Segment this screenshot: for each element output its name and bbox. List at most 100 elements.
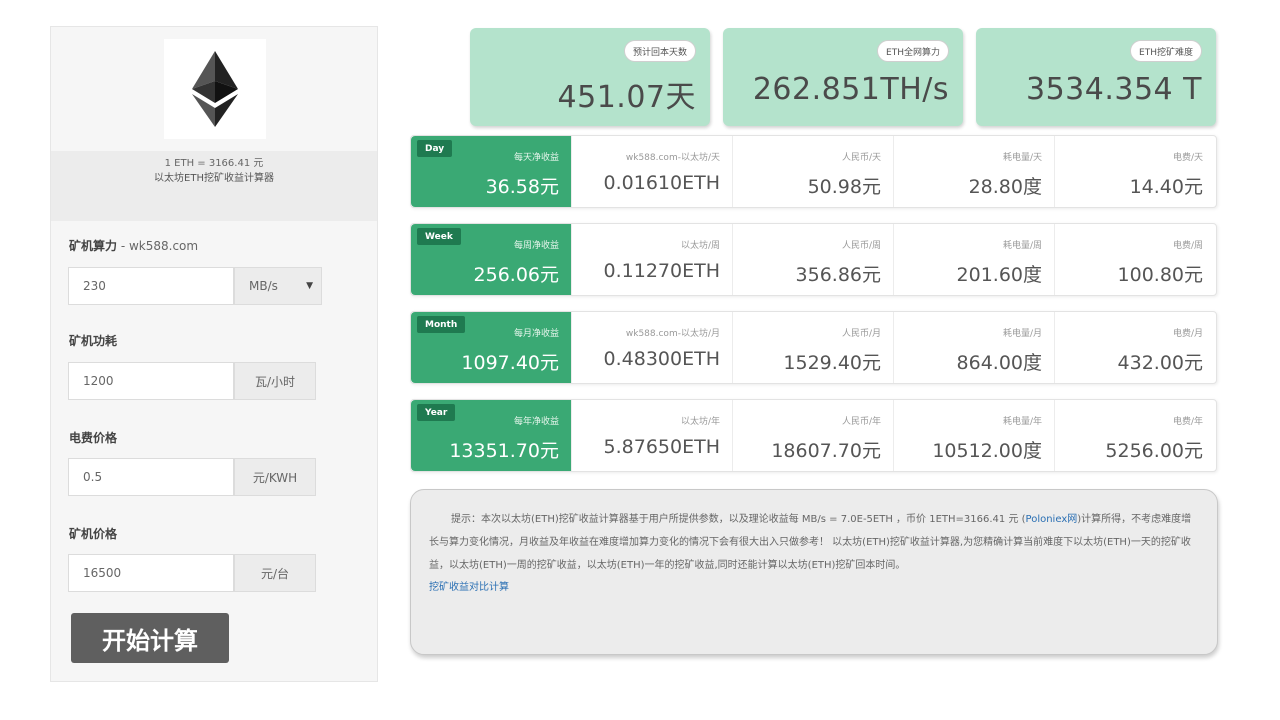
cell-value: 432.00元 bbox=[1117, 352, 1203, 374]
cell-value: 10512.00度 bbox=[932, 440, 1042, 462]
hashrate-label-site: - wk588.com bbox=[117, 239, 199, 253]
period-tag: Week bbox=[417, 228, 461, 245]
poloniex-link[interactable]: Poloniex网 bbox=[1026, 514, 1078, 525]
cell-label: 人民币/周 bbox=[841, 241, 881, 251]
calculator-title: 以太坊ETH挖矿收益计算器 bbox=[154, 173, 274, 184]
result-row-week: Week 每周净收益 256.06元 以太坊/周 0.11270ETH 人民币/… bbox=[410, 223, 1217, 296]
net-income-label: 每月净收益 bbox=[513, 329, 559, 339]
row-head: Week 每周净收益 256.06元 bbox=[411, 224, 571, 295]
rmb-cell: 人民币/月 1529.40元 bbox=[732, 312, 893, 383]
eth-cell: 以太坊/年 5.87650ETH bbox=[571, 400, 732, 471]
hashrate-unit-text: MB/s bbox=[249, 279, 278, 293]
result-row-year: Year 每年净收益 13351.70元 以太坊/年 5.87650ETH 人民… bbox=[410, 399, 1217, 472]
result-row-day: Day 每天净收益 36.58元 wk588.com-以太坊/天 0.01610… bbox=[410, 135, 1217, 208]
miner-price-label: 矿机价格 bbox=[69, 527, 118, 541]
cell-value: 50.98元 bbox=[807, 176, 881, 198]
cell-label: 耗电量/周 bbox=[1002, 241, 1042, 251]
eth-cell: 以太坊/周 0.11270ETH bbox=[571, 224, 732, 295]
cell-value: 18607.70元 bbox=[771, 440, 881, 462]
ethereum-logo bbox=[164, 39, 266, 139]
chevron-down-icon: ▼ bbox=[306, 281, 313, 291]
electricity-cost-cell: 电费/周 100.80元 bbox=[1054, 224, 1215, 295]
cell-value: 356.86元 bbox=[795, 264, 881, 286]
miner-price-unit: 元/台 bbox=[234, 554, 316, 592]
power-usage-cell: 耗电量/月 864.00度 bbox=[893, 312, 1054, 383]
cell-value: 5.87650ETH bbox=[603, 436, 720, 458]
row-head: Month 每月净收益 1097.40元 bbox=[411, 312, 571, 383]
cell-label: 耗电量/天 bbox=[1002, 153, 1042, 163]
net-income-value: 36.58元 bbox=[485, 176, 559, 198]
net-income-label: 每天净收益 bbox=[513, 153, 559, 163]
cell-label: wk588.com-以太坊/月 bbox=[625, 329, 720, 339]
cell-value: 0.48300ETH bbox=[603, 348, 720, 370]
cell-value: 100.80元 bbox=[1117, 264, 1203, 286]
cell-label: 人民币/天 bbox=[841, 153, 881, 163]
payback-days-card: 预计回本天数 451.07天 bbox=[470, 28, 710, 126]
hashrate-unit-select[interactable]: MB/s ▼ bbox=[234, 267, 322, 305]
electricity-cost-cell: 电费/月 432.00元 bbox=[1054, 312, 1215, 383]
rmb-cell: 人民币/年 18607.70元 bbox=[732, 400, 893, 471]
cell-value: 864.00度 bbox=[956, 352, 1042, 374]
power-usage-cell: 耗电量/年 10512.00度 bbox=[893, 400, 1054, 471]
payback-days-badge: 预计回本天数 bbox=[623, 40, 696, 62]
cell-label: 耗电量/年 bbox=[1002, 417, 1042, 427]
row-head: Day 每天净收益 36.58元 bbox=[411, 136, 571, 207]
cell-label: 人民币/年 bbox=[841, 417, 881, 427]
power-input[interactable] bbox=[68, 362, 234, 400]
hashrate-label-text: 矿机算力 bbox=[69, 239, 118, 253]
miner-price-input[interactable] bbox=[68, 554, 234, 592]
net-income-value: 256.06元 bbox=[473, 264, 559, 286]
difficulty-card: ETH挖矿难度 3534.354 T bbox=[976, 28, 1216, 126]
notice-text: 提示：本次以太坊(ETH)挖矿收益计算器基于用户所提供参数，以及理论收益每 MB… bbox=[429, 508, 1195, 577]
cell-value: 201.60度 bbox=[956, 264, 1042, 286]
cell-value: 5256.00元 bbox=[1105, 440, 1203, 462]
cell-label: 电费/周 bbox=[1172, 241, 1203, 251]
electricity-label: 电费价格 bbox=[69, 431, 118, 445]
compare-mining-income-link[interactable]: 挖矿收益对比计算 bbox=[429, 577, 1195, 599]
cell-label: 电费/月 bbox=[1172, 329, 1203, 339]
power-label: 矿机功耗 bbox=[69, 334, 118, 348]
cell-label: 电费/天 bbox=[1172, 153, 1203, 163]
notice-box: 提示：本次以太坊(ETH)挖矿收益计算器基于用户所提供参数，以及理论收益每 MB… bbox=[410, 489, 1218, 655]
cell-label: 以太坊/周 bbox=[680, 241, 720, 251]
period-tag: Day bbox=[417, 140, 453, 157]
rmb-cell: 人民币/周 356.86元 bbox=[732, 224, 893, 295]
difficulty-value: 3534.354 T bbox=[1025, 72, 1202, 107]
electricity-unit: 元/KWH bbox=[234, 458, 316, 496]
ethereum-icon bbox=[192, 51, 238, 127]
cell-value: 0.01610ETH bbox=[603, 172, 720, 194]
hashrate-label: 矿机算力 - wk588.com bbox=[69, 237, 198, 254]
network-hashrate-badge: ETH全网算力 bbox=[877, 40, 949, 62]
cell-label: 耗电量/月 bbox=[1002, 329, 1042, 339]
difficulty-badge: ETH挖矿难度 bbox=[1130, 40, 1202, 62]
power-usage-cell: 耗电量/周 201.60度 bbox=[893, 224, 1054, 295]
net-income-label: 每周净收益 bbox=[513, 241, 559, 251]
eth-cell: wk588.com-以太坊/天 0.01610ETH bbox=[571, 136, 732, 207]
period-tag: Month bbox=[417, 316, 466, 333]
power-unit: 瓦/小时 bbox=[234, 362, 316, 400]
row-head: Year 每年净收益 13351.70元 bbox=[411, 400, 571, 471]
net-income-value: 1097.40元 bbox=[461, 352, 559, 374]
network-hashrate-value: 262.851TH/s bbox=[752, 72, 949, 107]
result-row-month: Month 每月净收益 1097.40元 wk588.com-以太坊/月 0.4… bbox=[410, 311, 1217, 384]
cell-label: 人民币/月 bbox=[841, 329, 881, 339]
cell-label: wk588.com-以太坊/天 bbox=[625, 153, 720, 163]
hashrate-input[interactable] bbox=[68, 267, 234, 305]
payback-days-value: 451.07天 bbox=[557, 80, 696, 115]
cell-label: 电费/年 bbox=[1172, 417, 1203, 427]
start-calculate-button[interactable]: 开始计算 bbox=[71, 613, 229, 663]
cell-value: 0.11270ETH bbox=[603, 260, 720, 282]
rate-info: 1 ETH = 3166.41 元 以太坊ETH挖矿收益计算器 bbox=[51, 151, 377, 221]
electricity-price-input[interactable] bbox=[68, 458, 234, 496]
cell-value: 14.40元 bbox=[1129, 176, 1203, 198]
calculator-form-panel: 1 ETH = 3166.41 元 以太坊ETH挖矿收益计算器 矿机算力 - w… bbox=[50, 26, 378, 682]
eth-rate-text: 1 ETH = 3166.41 元 bbox=[164, 158, 264, 169]
notice-text-part1: 提示：本次以太坊(ETH)挖矿收益计算器基于用户所提供参数，以及理论收益每 MB… bbox=[451, 514, 1026, 525]
eth-cell: wk588.com-以太坊/月 0.48300ETH bbox=[571, 312, 732, 383]
electricity-cost-cell: 电费/天 14.40元 bbox=[1054, 136, 1215, 207]
cell-value: 1529.40元 bbox=[783, 352, 881, 374]
cell-label: 以太坊/年 bbox=[680, 417, 720, 427]
network-hashrate-card: ETH全网算力 262.851TH/s bbox=[723, 28, 963, 126]
net-income-value: 13351.70元 bbox=[449, 440, 559, 462]
power-usage-cell: 耗电量/天 28.80度 bbox=[893, 136, 1054, 207]
